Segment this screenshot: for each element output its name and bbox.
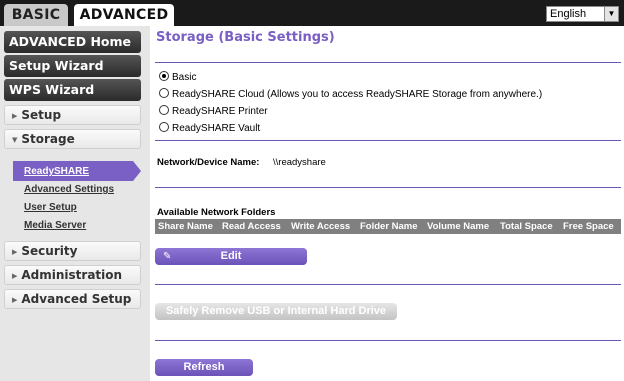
folders-title: Available Network Folders <box>157 207 276 218</box>
divider <box>155 340 621 341</box>
tab-basic[interactable]: BASIC <box>4 4 68 26</box>
column-header: Volume Name <box>427 221 490 232</box>
sidebar-item-label: Administration <box>21 268 123 282</box>
radio-button[interactable] <box>159 122 169 132</box>
sidebar: ADVANCED Home Setup Wizard WPS Wizard ▶ S… <box>0 26 150 381</box>
radio-readyshare-vault[interactable]: ReadySHARE Vault <box>159 122 260 134</box>
caret-right-icon: ▶ <box>12 296 18 304</box>
caret-right-icon: ▶ <box>12 272 18 280</box>
sidebar-sub-readyshare[interactable]: ReadySHARE <box>13 161 141 181</box>
network-device-label: Network/Device Name: <box>157 157 260 168</box>
sidebar-advanced-home[interactable]: ADVANCED Home <box>4 31 141 53</box>
language-select[interactable]: English ▼ <box>546 6 619 22</box>
radio-label: ReadySHARE Printer <box>172 106 268 117</box>
edit-button[interactable]: ✎ Edit <box>155 248 307 265</box>
sidebar-item-storage[interactable]: ▼ Storage <box>4 129 141 149</box>
radio-readyshare-cloud[interactable]: ReadySHARE Cloud (Allows you to access R… <box>159 88 542 100</box>
sidebar-sub-label: ReadySHARE <box>24 166 90 177</box>
sidebar-item-administration[interactable]: ▶ Administration <box>4 265 141 285</box>
column-header: Read Access <box>222 221 281 232</box>
page-title: Storage (Basic Settings) <box>156 30 335 45</box>
divider <box>155 284 621 285</box>
divider <box>155 140 621 141</box>
sidebar-sub-user-setup[interactable]: User Setup <box>24 202 77 213</box>
caret-right-icon: ▶ <box>12 112 18 120</box>
column-header: Folder Name <box>360 221 418 232</box>
column-header: Share Name <box>158 221 213 232</box>
pencil-icon: ✎ <box>163 251 172 262</box>
sidebar-item-label: Storage <box>21 132 75 146</box>
sidebar-wps-wizard[interactable]: WPS Wizard <box>4 79 141 101</box>
sidebar-sub-media-server[interactable]: Media Server <box>24 220 86 231</box>
sidebar-item-label: Setup <box>21 108 62 122</box>
radio-readyshare-printer[interactable]: ReadySHARE Printer <box>159 105 268 117</box>
tab-advanced[interactable]: ADVANCED <box>74 4 174 26</box>
divider <box>155 62 621 63</box>
sidebar-item-security[interactable]: ▶ Security <box>4 241 141 261</box>
column-header: Write Access <box>291 221 351 232</box>
edit-button-label: Edit <box>220 250 242 262</box>
refresh-button[interactable]: Refresh <box>155 359 253 376</box>
radio-label: ReadySHARE Cloud (Allows you to access R… <box>172 89 543 100</box>
sidebar-item-advanced-setup[interactable]: ▶ Advanced Setup <box>4 289 141 309</box>
radio-label: ReadySHARE Vault <box>172 123 261 134</box>
caret-down-icon: ▼ <box>12 136 18 144</box>
top-bar: BASIC ADVANCED English ▼ <box>0 0 624 26</box>
language-selected: English <box>550 8 587 20</box>
radio-button[interactable] <box>159 105 169 115</box>
safely-remove-button[interactable]: Safely Remove USB or Internal Hard Drive <box>155 303 397 320</box>
main-content: Storage (Basic Settings) Basic ReadySHAR… <box>150 26 624 381</box>
network-device-value: \\readyshare <box>273 157 326 168</box>
sidebar-item-label: Advanced Setup <box>21 292 132 306</box>
radio-basic[interactable]: Basic <box>159 71 196 83</box>
radio-button-checked[interactable] <box>159 71 169 81</box>
chevron-down-icon[interactable]: ▼ <box>604 7 618 21</box>
column-header: Free Space <box>563 221 614 232</box>
sidebar-item-setup[interactable]: ▶ Setup <box>4 105 141 125</box>
caret-right-icon: ▶ <box>12 248 18 256</box>
sidebar-sub-advanced-settings[interactable]: Advanced Settings <box>24 184 114 195</box>
radio-label: Basic <box>172 72 197 83</box>
divider <box>155 187 621 188</box>
folders-table-header: Share Name Read Access Write Access Fold… <box>155 219 621 234</box>
radio-button[interactable] <box>159 88 169 98</box>
column-header: Total Space <box>500 221 553 232</box>
sidebar-item-label: Security <box>21 244 78 258</box>
sidebar-setup-wizard[interactable]: Setup Wizard <box>4 55 141 77</box>
